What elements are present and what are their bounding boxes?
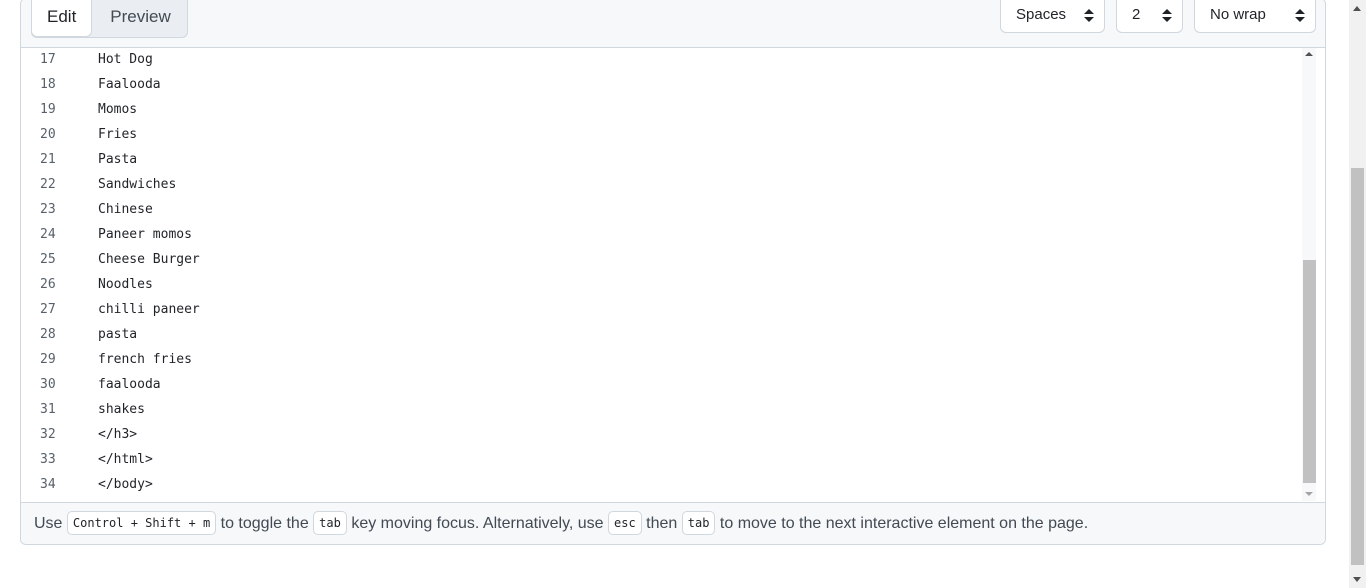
tab-preview[interactable]: Preview [92,0,186,35]
scroll-up-arrow-icon[interactable] [1305,52,1313,56]
indent-size-value: 2 [1132,6,1141,23]
scroll-down-arrow-icon[interactable] [1305,492,1313,496]
line-text: Chinese [98,202,153,217]
line-number: 25 [40,252,56,267]
line-number: 34 [40,477,56,492]
code-editor: Edit Preview Spaces 2 No wrap 17 Hot Dog 1… [20,0,1326,545]
hint-text-moving: key moving focus. Alternatively, use [351,515,604,532]
line-text: Hot Dog [98,52,153,67]
kbd-tab-2: tab [681,510,716,535]
line-number: 27 [40,302,56,317]
line-number: 30 [40,377,56,392]
line-number: 32 [40,427,56,442]
line-number: 20 [40,127,56,142]
page-scrollbar-thumb[interactable] [1351,168,1364,565]
line-text: Cheese Burger [98,252,200,267]
edit-preview-tabs: Edit Preview [31,0,188,38]
wrap-mode-value: No wrap [1210,6,1266,23]
line-number: 21 [40,152,56,167]
page-scrollbar[interactable] [1349,0,1366,588]
line-text: </html> [98,452,153,467]
line-number: 23 [40,202,56,217]
line-number: 28 [40,327,56,342]
select-arrows-icon [1084,9,1094,23]
line-text: Noodles [98,277,153,292]
kbd-esc: esc [608,510,642,535]
editor-scrollbar[interactable] [1302,48,1316,501]
line-text: Faalooda [98,77,161,92]
line-number: 29 [40,352,56,367]
line-text: Pasta [98,152,138,167]
line-text: faalooda [98,377,161,392]
line-number: 22 [40,177,56,192]
line-number: 26 [40,277,56,292]
indent-mode-value: Spaces [1016,6,1067,23]
line-text: pasta [98,327,138,342]
kbd-tab: tab [313,510,347,535]
code-text-area[interactable]: 17 Hot Dog 18 Faalooda 19 Momos 20 Fries 21 Pasta… [21,48,1325,501]
line-number: 24 [40,227,56,242]
hint-text-use: Use [34,515,63,532]
page-scroll-down-arrow-icon[interactable] [1353,577,1361,582]
line-text: </h3> [98,427,138,442]
line-text: chilli paneer [98,302,200,317]
line-text: french fries [98,352,192,367]
line-number: 19 [40,102,56,117]
line-text: </body> [98,477,153,492]
select-arrows-icon [1295,9,1305,23]
line-text: Paneer momos [98,227,192,242]
editor-scrollbar-thumb[interactable] [1303,260,1316,483]
line-number: 33 [40,452,56,467]
line-number: 18 [40,77,56,92]
kbd-control-shift-m: Control + Shift + m [66,510,217,535]
indent-mode-select[interactable]: Spaces [1000,0,1105,33]
editor-footer-hint: Use Control + Shift + m to toggle the ta… [21,502,1325,544]
line-text: shakes [98,402,145,417]
line-text: Fries [98,127,138,142]
wrap-mode-select[interactable]: No wrap [1194,0,1316,33]
line-number: 17 [40,52,56,67]
tab-edit[interactable]: Edit [31,0,93,37]
line-text: Sandwiches [98,177,177,192]
editor-toolbar: Edit Preview Spaces 2 No wrap [21,0,1325,48]
page-scroll-up-arrow-icon[interactable] [1353,6,1361,11]
hint-text-end: to move to the next interactive element … [719,515,1089,532]
line-number: 31 [40,402,56,417]
line-text: Momos [98,102,138,117]
indent-size-select[interactable]: 2 [1116,0,1183,33]
hint-text-toggle: to toggle the [220,515,309,532]
select-arrows-icon [1162,9,1172,23]
hint-text-then: then [646,515,678,532]
